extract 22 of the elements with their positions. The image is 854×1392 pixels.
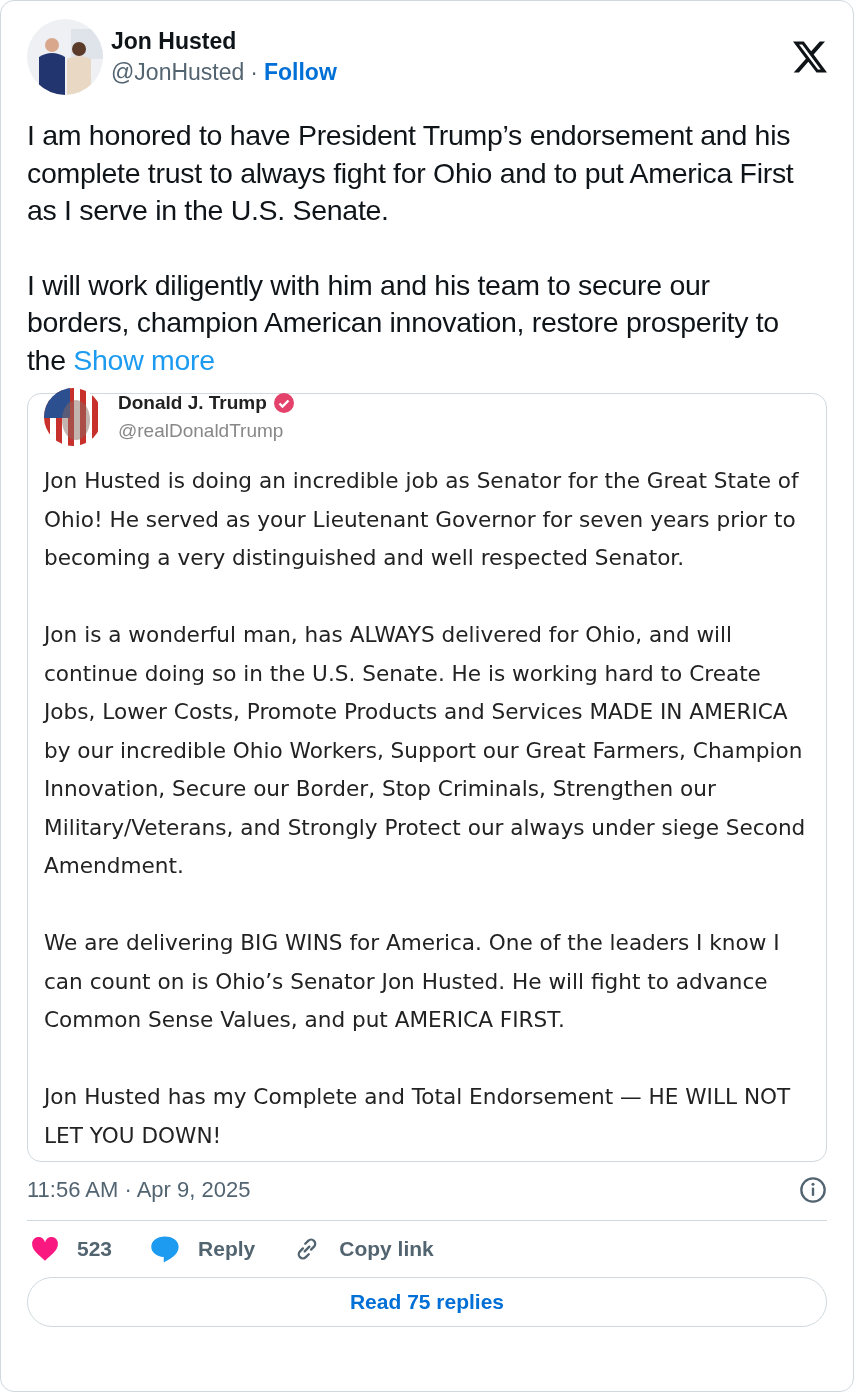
speech-bubble-icon bbox=[150, 1235, 181, 1263]
tweet-text: I am honored to have President Trump’s endorsement and his complete trust to always fight for Ohio and to put America First as I serve in the U.S. Senate. bbox=[27, 118, 795, 228]
timestamp[interactable]: 11:56 AM · Apr 9, 2025 bbox=[27, 1177, 251, 1203]
heart-icon bbox=[31, 1236, 59, 1262]
quoted-text: We are delivering BIG WINS for America. One of the leaders I know I can count on is Ohio’s Senator Jon Husted. He will fight to advance Common Sense Values, and put AMERICA FIRST. bbox=[44, 929, 781, 1034]
copy-link[interactable]: Copy link bbox=[293, 1235, 434, 1263]
quoted-text: Jon is a wonderful man, has ALWAYS delivered for Ohio, and will continue doing so in the U.S. Senate. He is working hard to Create Jobs, Lower Costs, Promote Products and Services MADE IN AMERICA by our incredible Ohio Workers, Support our Great Farmers, Champion Innovation, Secure our Border, Stop Criminals, Strengthen our Military/Veterans, and Strongly Protect our always under siege Second Amendment. bbox=[44, 621, 807, 880]
quoted-author-handle: @realDonaldTrump bbox=[118, 420, 285, 442]
x-logo-icon[interactable] bbox=[793, 41, 827, 73]
reply-link[interactable]: Reply bbox=[150, 1235, 256, 1263]
quoted-text: Jon Husted is doing an incredible job as Senator for the Great State of Ohio! He served as your Lieutenant Governor for seven years prior to becoming a very distinguished and well respected Senator. bbox=[44, 467, 800, 572]
tweet-text: I will work diligently with him and his team to secure our borders, champion American innovation, restore prosperity to the Show more bbox=[27, 267, 780, 378]
author-handle: @JonHusted bbox=[111, 59, 245, 86]
quoted-author-name: Donald J. Trump bbox=[118, 392, 267, 414]
author-name: Jon Husted bbox=[111, 28, 238, 55]
info-icon[interactable] bbox=[799, 1176, 827, 1204]
read-replies-button[interactable]: Read 75 replies bbox=[27, 1277, 827, 1327]
like-count[interactable]: 523 bbox=[31, 1236, 113, 1262]
quoted-text: Jon Husted has my Complete and Total Endorsement — HE WILL NOT LET YOU DOWN! bbox=[44, 1083, 792, 1150]
verified-badge-icon bbox=[272, 392, 295, 414]
follow-link[interactable]: Follow bbox=[264, 59, 337, 86]
separator-dot: · bbox=[250, 59, 258, 86]
